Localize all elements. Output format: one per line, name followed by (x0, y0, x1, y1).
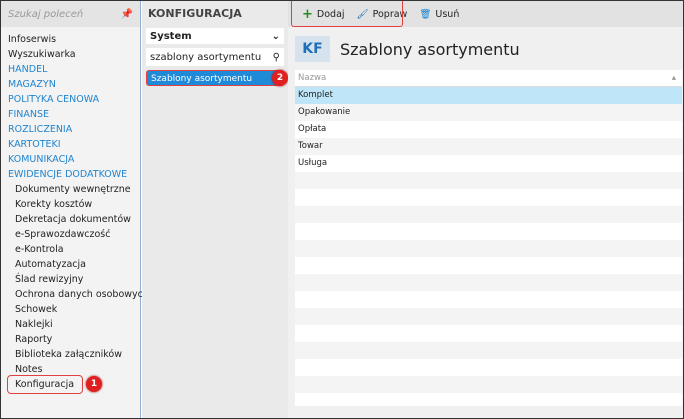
data-table: Nazwa ▴ Komplet Opakowanie Opłata Towar Usług… (295, 70, 682, 406)
sidebar-item[interactable]: Dekretacja dokumentów (1, 212, 140, 227)
result-item[interactable]: Szablony asortymentu 2 (146, 70, 288, 86)
page-header: KF Szablony asortymentu (288, 27, 683, 71)
sidebar-item[interactable]: Korekty kosztów (1, 197, 140, 212)
page-title: Szablony asortymentu (340, 39, 520, 59)
search-icon[interactable]: ⚲ (273, 52, 280, 63)
sidebar-item-konfiguracja[interactable]: Konfiguracja 1 (1, 375, 140, 394)
delete-button[interactable]: 🗑 Usuń (415, 9, 463, 20)
sidebar-item[interactable]: Biblioteka załączników (1, 347, 140, 362)
sidebar-item[interactable]: Dokumenty wewnętrzne (1, 182, 140, 197)
sidebar-item[interactable]: MAGAZYN (1, 77, 140, 92)
main-content: + Dodaj 🖌 Popraw 🗑 Usuń KF Szablony asortym… (288, 1, 683, 418)
step-badge-2: 2 (272, 70, 288, 86)
module-icon: KF (295, 36, 330, 62)
nav-list: Infoserwis Wyszukiwarka HANDEL MAGAZYN POLIT… (1, 27, 149, 377)
table-row[interactable] (295, 342, 682, 359)
sidebar-item[interactable]: POLITYKA CENOWA (1, 92, 140, 107)
result-label: Szablony asortymentu (151, 74, 253, 84)
module-select[interactable]: System ⌄ (146, 28, 284, 44)
sidebar-item[interactable]: KARTOTEKI (1, 137, 140, 152)
table-row[interactable] (295, 206, 682, 223)
sidebar-item[interactable]: FINANSE (1, 107, 140, 122)
table-row[interactable] (295, 376, 682, 393)
step-badge-1: 1 (86, 376, 102, 392)
chevron-down-icon: ⌄ (271, 30, 280, 42)
table-row[interactable]: Opłata (295, 121, 682, 138)
sidebar-item[interactable]: Automatyzacja (1, 257, 140, 272)
table-row[interactable] (295, 325, 682, 342)
sidebar-item[interactable]: ROZLICZENIA (1, 122, 140, 137)
table-row[interactable] (295, 257, 682, 274)
table-row[interactable] (295, 223, 682, 240)
sidebar-item[interactable]: e-Kontrola (1, 242, 140, 257)
search-value: szablony asortymentu (150, 51, 262, 63)
delete-label: Usuń (435, 8, 460, 20)
config-search-input[interactable]: szablony asortymentu ⚲ (146, 48, 284, 66)
highlight-box (291, 1, 403, 27)
table-row[interactable] (295, 172, 682, 189)
column-header-nazwa[interactable]: Nazwa ▴ (295, 70, 682, 87)
panel-title: KONFIGURACJA (148, 7, 242, 20)
table-row[interactable]: Opakowanie (295, 104, 682, 121)
highlight-box (7, 375, 83, 394)
sidebar: Szukaj poleceń 📌 Infoserwis Wyszukiwarka H… (1, 1, 149, 418)
config-panel: KONFIGURACJA System ⌄ szablony asortyment… (142, 1, 288, 418)
sidebar-item[interactable]: Ślad rewizyjny (1, 272, 140, 287)
sort-asc-icon: ▴ (671, 73, 676, 83)
command-search-input[interactable]: Szukaj poleceń (8, 9, 83, 20)
table-row[interactable] (295, 291, 682, 308)
sidebar-item[interactable]: HANDEL (1, 62, 140, 77)
table-row[interactable] (295, 359, 682, 376)
sidebar-item[interactable]: Schowek (1, 302, 140, 317)
table-row[interactable] (295, 274, 682, 291)
sidebar-item[interactable]: Raporty (1, 332, 140, 347)
table-row[interactable] (295, 308, 682, 325)
select-value: System (150, 30, 192, 42)
table-row[interactable]: Towar (295, 138, 682, 155)
command-search[interactable]: Szukaj poleceń 📌 (1, 1, 140, 27)
sidebar-item[interactable]: Ochrona danych osobowych (1, 287, 149, 302)
sidebar-item[interactable]: Wyszukiwarka (1, 47, 140, 62)
column-label: Nazwa (298, 73, 327, 83)
table-row[interactable] (295, 240, 682, 257)
sidebar-item[interactable]: Infoserwis (1, 32, 140, 47)
sidebar-item[interactable]: Naklejki (1, 317, 140, 332)
pin-icon[interactable]: 📌 (121, 9, 133, 20)
table-row[interactable]: Komplet (295, 87, 682, 104)
sidebar-item[interactable]: KOMUNIKACJA (1, 152, 140, 167)
trash-icon: 🗑 (419, 8, 432, 20)
sidebar-item[interactable]: EWIDENCJE DODATKOWE (1, 167, 140, 182)
table-row[interactable]: Usługa (295, 155, 682, 172)
toolbar: + Dodaj 🖌 Popraw 🗑 Usuń (288, 1, 683, 27)
sidebar-item[interactable]: e-Sprawozdawczość (1, 227, 140, 242)
table-row[interactable] (295, 189, 682, 206)
